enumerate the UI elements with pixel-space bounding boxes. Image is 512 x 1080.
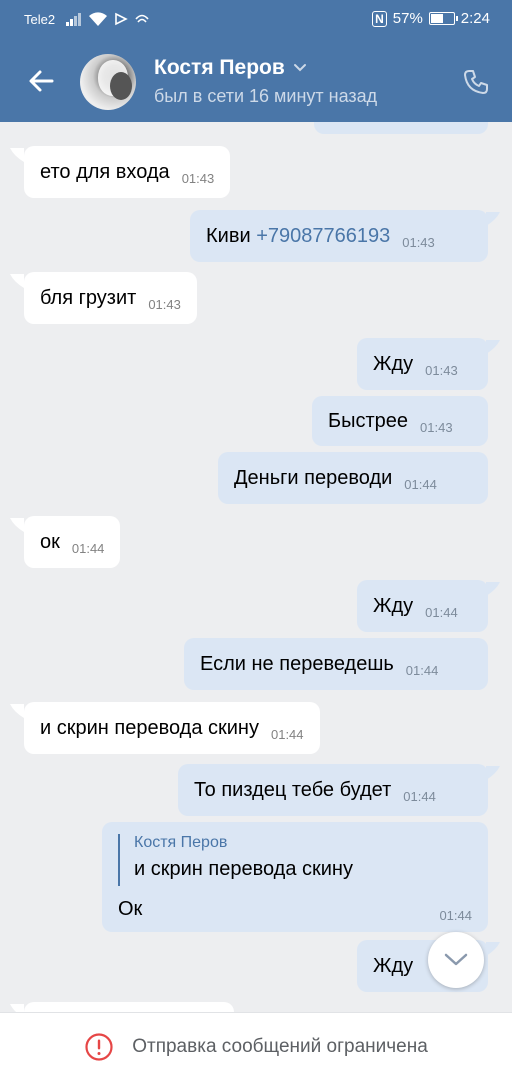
phone-link[interactable]: +79087766193 — [256, 225, 390, 247]
status-bar: Tele2 N 57% 2:24 — [0, 0, 512, 42]
message-text: Если не переведешь — [200, 652, 394, 675]
bubble-tail — [486, 212, 500, 226]
phone-icon[interactable] — [462, 68, 490, 96]
message-bubble-outgoing[interactable]: Жду 01:44 — [357, 580, 488, 632]
message-bubble-outgoing[interactable]: То пиздец тебе будет 01:44 — [178, 764, 488, 816]
message-text: ето для входа — [40, 160, 170, 183]
message-text: Киви +79087766193 — [206, 224, 391, 247]
message-text: Быстрее — [328, 409, 409, 432]
message-time: 01:43 — [148, 296, 181, 312]
bubble-tail — [486, 942, 500, 956]
message-time: 01:43 — [425, 362, 458, 378]
warning-circle-icon — [85, 1032, 113, 1061]
message-time: 01:43 — [181, 170, 215, 186]
message-bubble-incoming[interactable]: и скрин перевода скину 01:44 — [24, 702, 320, 754]
nfc-icon: N — [372, 10, 387, 27]
bubble-tail — [486, 582, 500, 596]
back-arrow-icon[interactable] — [24, 64, 58, 98]
battery-percent: 57% — [392, 10, 423, 27]
message-bubble-incoming[interactable]: ок 01:44 — [24, 516, 121, 568]
message-time: 01:44 — [404, 476, 437, 492]
bubble-tail — [486, 340, 500, 354]
message-text: То пиздец тебе будет — [194, 778, 392, 801]
message-bubble-incoming[interactable]: ето для входа 01:43 — [24, 146, 231, 198]
restriction-notice: Отправка сообщений ограничена — [132, 1035, 428, 1057]
chevron-down-icon — [293, 64, 306, 72]
message-time: 01:43 — [420, 419, 453, 435]
message-bubble-incoming[interactable]: бля грузит 01:43 — [24, 272, 197, 324]
bubble-tail — [10, 148, 24, 162]
last-seen-status: был в сети 16 минут назад — [154, 86, 378, 106]
quoted-author: Костя Перов — [134, 834, 228, 851]
message-text: и скрин перевода скину — [40, 716, 259, 739]
bubble-tail — [10, 518, 24, 532]
message-text: Деньги переводи — [234, 466, 393, 489]
message-time: 01:44 — [425, 604, 458, 620]
bubble-tail — [10, 1004, 24, 1012]
status-icons-right: N 57% 2:24 — [372, 10, 490, 27]
play-icon — [115, 12, 128, 26]
message-bubble-outgoing[interactable]: Деньги переводи 01:44 — [218, 452, 488, 504]
message-bubble-outgoing[interactable]: Киви +79087766193 01:43 — [190, 210, 488, 262]
message-text: Ок — [118, 898, 143, 920]
messaging-restricted-banner: Отправка сообщений ограничена — [0, 1012, 512, 1080]
message-bubble-partial[interactable] — [24, 1002, 234, 1012]
chat-header: Костя Перов был в сети 16 минут назад — [0, 42, 512, 122]
message-bubble-reply[interactable]: Костя Перов и скрин перевода скину Ок 01… — [102, 822, 488, 932]
quoted-text: и скрин перевода скину — [134, 858, 353, 880]
clock: 2:24 — [460, 10, 490, 27]
message-time: 01:43 — [402, 234, 435, 250]
contact-title[interactable]: Костя Перов — [154, 56, 307, 80]
message-time: 01:44 — [403, 788, 436, 804]
bubble-tail — [486, 766, 500, 780]
status-icons-left — [66, 11, 150, 27]
message-time: 01:44 — [270, 726, 304, 742]
message-bubble-partial[interactable] — [314, 122, 488, 134]
message-time: 01:44 — [405, 662, 439, 678]
message-time: 01:44 — [439, 908, 472, 923]
message-bubble-outgoing[interactable]: Жду 01:43 — [357, 338, 488, 390]
chevron-down-icon — [444, 953, 468, 966]
quoted-message[interactable]: Костя Перов и скрин перевода скину — [118, 834, 418, 886]
message-bubble-outgoing[interactable]: Если не переведешь 01:44 — [184, 638, 488, 690]
scroll-to-bottom-button[interactable] — [428, 932, 484, 988]
message-time: 01:44 — [71, 540, 105, 556]
message-text: Жду — [373, 954, 414, 977]
message-list[interactable]: ето для входа 01:43 Киви +79087766193 01… — [0, 122, 512, 1012]
carrier-label: Tele2 — [24, 12, 56, 27]
signal-icon — [66, 13, 81, 26]
bubble-tail — [10, 274, 24, 288]
message-text: ок — [40, 530, 60, 553]
message-bubble-outgoing[interactable]: Быстрее 01:43 — [312, 396, 488, 446]
message-text: бля грузит — [40, 286, 137, 309]
avatar[interactable] — [80, 54, 136, 110]
bubble-tail — [10, 704, 24, 718]
contact-name: Костя Перов — [154, 56, 285, 79]
message-text: Жду — [373, 352, 414, 375]
wifi-icon — [89, 12, 107, 26]
battery-icon — [428, 12, 458, 25]
data-saver-icon — [135, 14, 149, 23]
message-text: Жду — [373, 594, 414, 617]
